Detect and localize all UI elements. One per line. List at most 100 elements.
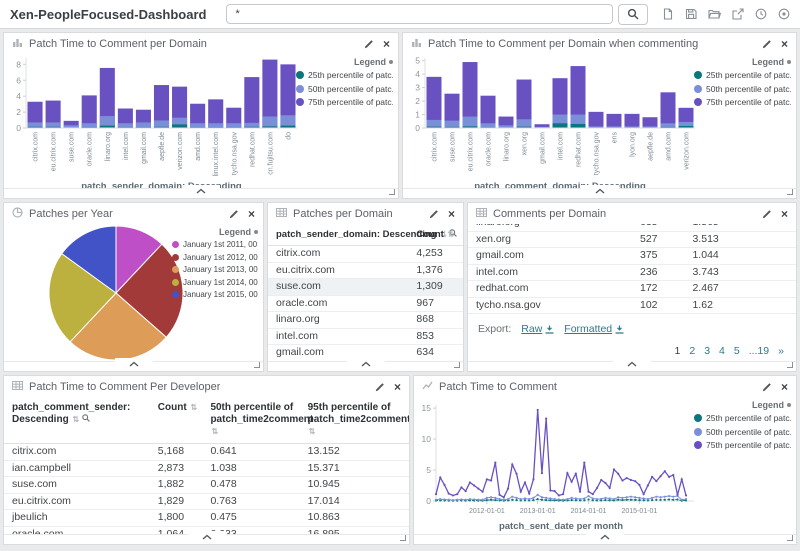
legend-toggle[interactable]: Legend — [296, 57, 393, 67]
collapse-button[interactable] — [188, 531, 226, 543]
legend-item[interactable]: 25th percentile of patc... — [694, 413, 791, 423]
edit-panel-icon[interactable] — [762, 209, 772, 219]
pagination: 12345 ...19 » — [675, 345, 785, 357]
collapse-button[interactable] — [182, 185, 220, 197]
save-dashboard-icon[interactable] — [685, 8, 697, 20]
table-row[interactable]: eu.citrix.com1,376 — [268, 262, 463, 279]
page-link[interactable]: 5 — [734, 345, 740, 357]
export-raw-link[interactable]: Raw — [521, 323, 554, 335]
legend-toggle[interactable]: Legend — [694, 400, 791, 410]
resize-handle[interactable] — [454, 362, 460, 368]
bar-chart[interactable]: 02468citrix.comeu.citrix.comsuse.comorac… — [6, 56, 299, 188]
collapse-button[interactable] — [115, 358, 153, 370]
legend-toggle[interactable]: Legend — [694, 57, 791, 67]
pie-chart[interactable] — [46, 224, 186, 361]
share-icon[interactable] — [732, 8, 744, 20]
table-row[interactable]: intel.com853 — [268, 328, 463, 345]
close-panel-icon[interactable]: × — [781, 381, 788, 393]
collapse-button[interactable] — [581, 185, 619, 197]
table-row[interactable]: suse.com1,309 — [268, 279, 463, 296]
legend-item[interactable]: January 1st 2015, 00:0... — [172, 290, 258, 299]
legend-item[interactable]: January 1st 2011, 00:0... — [172, 240, 258, 249]
legend-item[interactable]: 75th percentile of patc... — [694, 440, 791, 450]
close-panel-icon[interactable]: × — [383, 38, 390, 50]
edit-panel-icon[interactable] — [364, 39, 374, 49]
legend-item[interactable]: 50th percentile of patc... — [694, 84, 791, 94]
resize-handle[interactable] — [254, 362, 260, 368]
svg-text:do: do — [285, 132, 292, 140]
scrolled-table-viewport[interactable]: linaro.org6351.565xen.org5273.513gmail.c… — [468, 224, 796, 314]
close-panel-icon[interactable]: × — [448, 208, 455, 220]
column-header[interactable]: 50th percentile of patch_time2comment ⇅ — [202, 397, 299, 444]
legend-item[interactable]: January 1st 2013, 00:0... — [172, 265, 258, 274]
legend-item[interactable]: 75th percentile of patc... — [296, 97, 393, 107]
collapse-button[interactable] — [613, 358, 651, 370]
legend-item[interactable]: 25th percentile of patc... — [694, 70, 791, 80]
export-formatted-link[interactable]: Formatted — [564, 323, 624, 335]
legend-toggle[interactable]: Legend — [172, 227, 258, 237]
collapse-button[interactable] — [586, 531, 624, 543]
table-row[interactable]: suse.com1,8820.47810.945 — [4, 477, 409, 494]
table-row[interactable]: gmail.com3751.044 — [468, 248, 796, 265]
close-panel-icon[interactable]: × — [394, 381, 401, 393]
page-link[interactable]: 4 — [719, 345, 725, 357]
close-panel-icon[interactable]: × — [248, 208, 255, 220]
legend-item[interactable]: 25th percentile of patc... — [296, 70, 393, 80]
legend-item[interactable]: 50th percentile of patc... — [694, 427, 791, 437]
table-row[interactable]: citrix.com4,253 — [268, 246, 463, 263]
resize-handle[interactable] — [787, 189, 793, 195]
legend-item[interactable]: January 1st 2014, 00:0... — [172, 278, 258, 287]
settings-icon[interactable] — [778, 8, 790, 20]
line-chart[interactable]: 0510152012-01-012013-01-012014-01-012015… — [416, 399, 696, 534]
search-button[interactable] — [618, 4, 648, 25]
legend-item[interactable]: 75th percentile of patc... — [694, 97, 791, 107]
svg-text:5: 5 — [426, 465, 431, 475]
column-header[interactable]: 95th percentile of patch_time2comment ⇅ — [300, 397, 409, 444]
page-link[interactable]: ...19 — [749, 345, 769, 357]
collapse-button[interactable] — [347, 358, 385, 370]
close-panel-icon[interactable]: × — [781, 208, 788, 220]
query-input[interactable] — [226, 4, 613, 24]
bar-chart[interactable]: 012345citrix.comsuse.comeu.citrix.comora… — [405, 56, 697, 188]
table-row[interactable]: linaro.org6351.565 — [468, 224, 796, 231]
table-row[interactable]: ian.campbell2,8731.03815.371 — [4, 460, 409, 477]
resize-handle[interactable] — [787, 362, 793, 368]
legend-item[interactable]: January 1st 2012, 00:0... — [172, 253, 258, 262]
search-icon — [627, 8, 639, 20]
table-row[interactable]: tycho.nsa.gov1021.62 — [468, 297, 796, 314]
svg-text:tycho.nsa.gov: tycho.nsa.gov — [594, 132, 601, 176]
chevron-up-icon — [595, 188, 605, 194]
new-dashboard-icon[interactable] — [662, 8, 674, 20]
table-row[interactable]: oracle.com967 — [268, 295, 463, 312]
page-link[interactable]: 1 — [675, 345, 681, 357]
edit-panel-icon[interactable] — [229, 209, 239, 219]
edit-panel-icon[interactable] — [762, 382, 772, 392]
resize-handle[interactable] — [389, 189, 395, 195]
clock-icon[interactable] — [755, 8, 767, 20]
table-row[interactable]: jbeulich1,8000.47510.863 — [4, 510, 409, 527]
table-row[interactable]: xen.org5273.513 — [468, 231, 796, 248]
resize-handle[interactable] — [787, 535, 793, 541]
page-link[interactable]: » — [778, 345, 784, 357]
edit-panel-icon[interactable] — [429, 209, 439, 219]
page-link[interactable]: 3 — [704, 345, 710, 357]
resize-handle[interactable] — [400, 535, 406, 541]
series-color-dot — [172, 266, 179, 273]
column-header[interactable]: patch_comment_sender: Descending ⇅ — [4, 397, 150, 444]
table-row[interactable]: intel.com2363.743 — [468, 264, 796, 281]
page-link[interactable]: 2 — [689, 345, 695, 357]
legend-item[interactable]: 50th percentile of patc... — [296, 84, 393, 94]
table-row[interactable]: linaro.org868 — [268, 312, 463, 329]
open-dashboard-icon[interactable] — [708, 8, 721, 20]
table-row[interactable]: citrix.com5,1680.64113.152 — [4, 444, 409, 461]
table-icon — [276, 205, 287, 223]
column-header[interactable]: Count ⇅ — [150, 397, 203, 444]
panel-patch-time-to-comment: Patch Time to Comment × 0510152012-01-01… — [413, 375, 797, 545]
edit-panel-icon[interactable] — [375, 382, 385, 392]
close-panel-icon[interactable]: × — [781, 38, 788, 50]
table-row[interactable]: eu.citrix.com1,8290.76317.014 — [4, 493, 409, 510]
table-row[interactable]: redhat.com1722.467 — [468, 281, 796, 298]
edit-panel-icon[interactable] — [762, 39, 772, 49]
svg-text:aepfle.de: aepfle.de — [159, 132, 166, 161]
column-header[interactable]: patch_sender_domain: Descending ⇅ — [268, 224, 408, 246]
